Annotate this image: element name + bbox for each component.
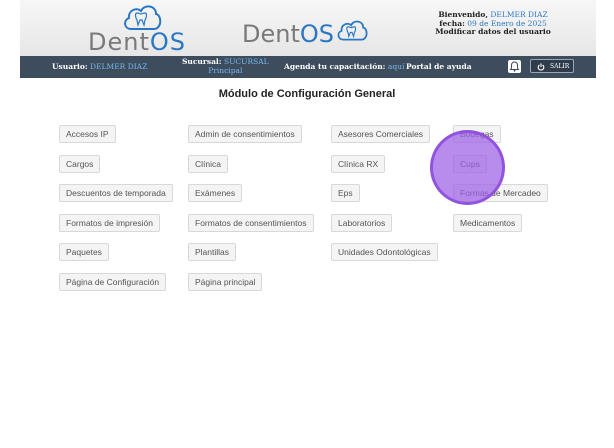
btn-formatos-consentimientos[interactable]: Formatos de consentimientos: [188, 214, 314, 232]
btn-paquetes[interactable]: Paquetes: [59, 243, 109, 261]
navbar-agenda: Agenda tu capacitación: aquí: [284, 62, 405, 71]
modify-user-link[interactable]: Modificar datos del usuario: [428, 27, 558, 37]
btn-laboratorios[interactable]: Laboratorios: [331, 214, 393, 232]
btn-admin-consentimientos[interactable]: Admin de consentimientos: [188, 125, 302, 143]
btn-medicamentos[interactable]: Medicamentos: [453, 214, 523, 232]
btn-bodegas[interactable]: Bodegas: [453, 125, 501, 143]
btn-cargos[interactable]: Cargos: [59, 155, 101, 173]
btn-descuentos-temporada[interactable]: Descuentos de temporada: [59, 184, 173, 202]
btn-unidades-odontologicas[interactable]: Unidades Odontológicas: [331, 243, 438, 261]
btn-clinica[interactable]: Clínica: [188, 155, 228, 173]
navbar-usuario: Usuario: DELMER DIAZ: [52, 62, 148, 71]
btn-pagina-configuracion[interactable]: Página de Configuración: [59, 273, 167, 291]
btn-cups[interactable]: Cups: [453, 155, 487, 173]
portal-ayuda-link[interactable]: Portal de ayuda: [406, 62, 472, 71]
btn-plantillas[interactable]: Plantillas: [188, 243, 237, 261]
power-icon: [537, 62, 545, 71]
page-title: Módulo de Configuración General: [218, 88, 396, 100]
logo-wordmark: DentOS: [88, 28, 186, 56]
btn-asesores-comerciales[interactable]: Asesores Comerciales: [331, 125, 431, 143]
btn-eps[interactable]: Eps: [331, 184, 360, 202]
logout-button[interactable]: SALIR: [530, 59, 574, 73]
btn-pagina-principal[interactable]: Página principal: [188, 273, 263, 291]
btn-clinica-rx[interactable]: Clínica RX: [331, 155, 386, 173]
btn-formatos-impresion[interactable]: Formatos de impresión: [59, 214, 160, 232]
tooth-cloud-icon: [337, 20, 368, 41]
welcome-box: Bienvenido, DELMER DIAZ fecha: 09 de Ene…: [428, 10, 558, 37]
btn-formas-mercadeo[interactable]: Formas de Mercadeo: [453, 184, 548, 202]
logo-wordmark-secondary: DentOS: [242, 20, 334, 48]
navbar-sucursal[interactable]: Sucursal: SUCURSAL Principal: [182, 57, 269, 75]
bell-icon[interactable]: [508, 60, 521, 73]
top-navbar: Usuario: DELMER DIAZ Sucursal: SUCURSAL …: [20, 56, 596, 78]
app-header: DentOS DentOS Bienvenido, DELMER DIAZ fe…: [20, 0, 596, 56]
agenda-link[interactable]: aquí: [388, 62, 405, 71]
dentos-logo-main[interactable]: DentOS: [88, 2, 214, 54]
btn-accesos-ip[interactable]: Accesos IP: [59, 125, 116, 143]
btn-examenes[interactable]: Exámenes: [188, 184, 243, 202]
